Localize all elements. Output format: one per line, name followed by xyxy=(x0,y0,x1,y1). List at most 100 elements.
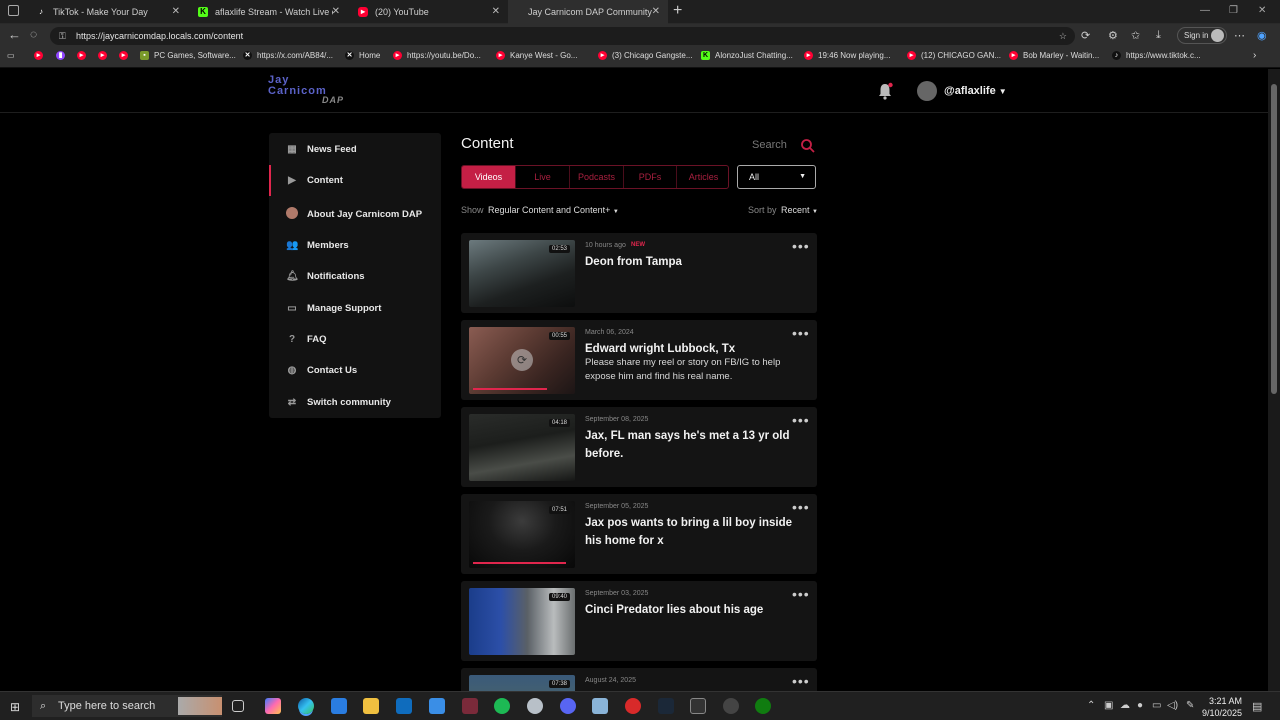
browser-tab-youtube[interactable]: ▸ (20) YouTube ✕ xyxy=(348,0,508,24)
post-title[interactable]: Jax, FL man says he's met a 13 yr old be… xyxy=(585,427,800,463)
taskbar-search-input[interactable]: ⌕ Type here to search xyxy=(32,695,222,717)
sidebar-item-switch-community[interactable]: ⇄ Switch community xyxy=(269,387,441,418)
content-card[interactable]: 02:53 10 hours ago NEW Deon from Tampa •… xyxy=(461,233,817,313)
app-icon[interactable] xyxy=(527,698,543,714)
tray-app-icon[interactable]: ☁ xyxy=(1120,700,1130,711)
sidebar-item-members[interactable]: 👥 Members xyxy=(269,230,441,261)
notification-center-icon[interactable]: ▤ xyxy=(1252,700,1262,713)
task-view-icon[interactable] xyxy=(232,700,244,712)
search-icon[interactable] xyxy=(800,138,816,154)
copilot-icon[interactable]: ◉ xyxy=(1257,29,1267,42)
minimize-icon[interactable]: — xyxy=(1200,5,1210,16)
downloads-icon[interactable]: ⤓ xyxy=(1156,29,1161,42)
more-options-icon[interactable]: ••• xyxy=(792,587,810,601)
app-icon[interactable] xyxy=(462,698,478,714)
back-icon[interactable]: ← xyxy=(8,27,21,42)
bookmarks-menu-icon[interactable]: ▭ xyxy=(7,51,15,60)
close-window-icon[interactable]: ✕ xyxy=(1258,5,1266,16)
post-title[interactable]: Deon from Tampa xyxy=(585,253,800,271)
more-options-icon[interactable]: ••• xyxy=(792,500,810,514)
tab-videos[interactable]: Videos xyxy=(462,166,516,188)
url-field[interactable]: ⚿ https://jaycarnicomdap.locals.com/cont… xyxy=(50,27,1075,45)
content-card[interactable]: 00:55 ⟳ March 06, 2024 Edward wright Lub… xyxy=(461,320,817,400)
spotify-icon[interactable] xyxy=(494,698,510,714)
search-input[interactable]: Search xyxy=(752,139,787,151)
bookmark-item[interactable]: ▸ xyxy=(34,51,48,60)
sort-select[interactable]: Recent ▼ xyxy=(781,205,818,215)
edge-icon[interactable] xyxy=(298,698,314,714)
app-icon[interactable] xyxy=(723,698,739,714)
photos-icon[interactable] xyxy=(429,698,445,714)
favorites-icon[interactable]: ✩ xyxy=(1131,29,1140,42)
outlook-icon[interactable] xyxy=(396,698,412,714)
site-info-icon[interactable]: ⚿ xyxy=(59,27,66,45)
more-menu-icon[interactable]: ⋯ xyxy=(1234,29,1245,42)
tab-pdfs[interactable]: PDFs xyxy=(624,166,677,188)
content-card[interactable]: 07:51 September 05, 2025 Jax pos wants t… xyxy=(461,494,817,574)
page-scrollbar[interactable] xyxy=(1268,69,1280,691)
user-avatar[interactable] xyxy=(917,81,937,101)
bookmark-item[interactable]: ▮ xyxy=(56,51,70,60)
video-thumbnail[interactable]: 00:55 ⟳ xyxy=(469,327,575,394)
windows-start-icon[interactable]: ⊞ xyxy=(10,700,20,714)
content-card[interactable]: 04:18 September 08, 2025 Jax, FL man say… xyxy=(461,407,817,487)
scrollbar-thumb[interactable] xyxy=(1271,84,1277,394)
video-thumbnail[interactable]: 04:18 xyxy=(469,414,575,481)
browser-tab-kick[interactable]: Kaflaxlife Stream - Watch Live on K✕ xyxy=(188,0,348,24)
sidebar-item-faq[interactable]: ? FAQ xyxy=(269,324,441,355)
display-icon[interactable]: ▭ xyxy=(1152,700,1161,711)
epic-games-icon[interactable] xyxy=(690,698,706,714)
pen-icon[interactable]: ✎ xyxy=(1186,700,1194,711)
sidebar-item-notifications[interactable]: 🔔︎ Notifications xyxy=(269,261,441,292)
bookmark-item[interactable]: ✕ Home xyxy=(345,51,380,60)
bookmark-item[interactable]: ▸ xyxy=(119,51,133,60)
video-thumbnail[interactable]: 02:53 xyxy=(469,240,575,307)
taskbar-clock[interactable]: 3:21 AM 9/10/2025 xyxy=(1200,695,1242,719)
close-tab-icon[interactable]: ✕ xyxy=(172,6,180,17)
bookmarks-overflow-icon[interactable]: › xyxy=(1253,50,1256,61)
steam-icon[interactable] xyxy=(658,698,674,714)
discord-icon[interactable] xyxy=(560,698,576,714)
tray-overflow-icon[interactable]: ⌃ xyxy=(1087,700,1095,711)
tab-live[interactable]: Live xyxy=(516,166,570,188)
bookmark-item[interactable]: K AlonzoJust Chatting... xyxy=(701,51,793,60)
close-tab-icon[interactable]: ✕ xyxy=(332,6,340,17)
microphone-icon[interactable]: ● xyxy=(1137,700,1143,711)
app-icon[interactable] xyxy=(625,698,641,714)
bookmark-item[interactable]: ▸ Kanye West - Go... xyxy=(496,51,577,60)
sidebar-item-content[interactable]: ▶ Content xyxy=(269,165,441,196)
bookmark-item[interactable]: ▸ Bob Marley - Waitin... xyxy=(1009,51,1099,60)
browser-tab-tiktok[interactable]: ♪ TikTok - Make Your Day ✕ xyxy=(26,0,188,24)
volume-icon[interactable]: ◁) xyxy=(1167,700,1178,711)
tab-podcasts[interactable]: Podcasts xyxy=(570,166,624,188)
app-icon[interactable] xyxy=(592,698,608,714)
bookmark-item[interactable]: ▸ (12) CHICAGO GAN... xyxy=(907,51,1001,60)
content-card[interactable]: 07:38 August 24, 2025 ••• xyxy=(461,668,817,691)
bookmark-item[interactable]: ♪ https://www.tiktok.c... xyxy=(1112,51,1201,60)
video-thumbnail[interactable]: 07:38 xyxy=(469,675,575,691)
bookmark-item[interactable]: ▸ (3) Chicago Gangste... xyxy=(598,51,692,60)
bookmark-item[interactable]: ▸ xyxy=(77,51,91,60)
restore-icon[interactable]: ❐ xyxy=(1229,5,1238,16)
tab-articles[interactable]: Articles xyxy=(677,166,728,188)
user-menu[interactable]: @aflaxlife ▼ xyxy=(944,85,1007,97)
more-options-icon[interactable]: ••• xyxy=(792,326,810,340)
xbox-icon[interactable] xyxy=(755,698,771,714)
loading-icon[interactable]: ◌ xyxy=(30,27,37,41)
sidebar-item-about[interactable]: About Jay Carnicom DAP xyxy=(269,199,441,230)
new-tab-button[interactable]: + xyxy=(673,2,682,20)
site-logo[interactable]: Jay Carnicom DAP xyxy=(268,75,343,106)
extensions-icon[interactable]: ⚙ xyxy=(1108,29,1118,42)
copilot-taskbar-icon[interactable] xyxy=(265,698,281,714)
bookmark-item[interactable]: ▸ xyxy=(98,51,112,60)
file-explorer-icon[interactable] xyxy=(363,698,379,714)
sidebar-item-contact-us[interactable]: ◍ Contact Us xyxy=(269,355,441,386)
close-tab-icon[interactable]: ✕ xyxy=(652,6,660,17)
notifications-bell-icon[interactable] xyxy=(876,82,894,100)
content-card[interactable]: 09:40 September 03, 2025 Cinci Predator … xyxy=(461,581,817,661)
tray-app-icon[interactable]: ▣ xyxy=(1104,700,1113,711)
refresh-extension-icon[interactable]: ⟳ xyxy=(1081,29,1090,42)
browser-tab-locals[interactable]: Jay Carnicom DAP Community ✕ xyxy=(508,0,668,24)
filter-select[interactable]: All ▼ xyxy=(737,165,816,189)
bookmark-item[interactable]: ✕ https://x.com/AB84/... xyxy=(243,51,333,60)
